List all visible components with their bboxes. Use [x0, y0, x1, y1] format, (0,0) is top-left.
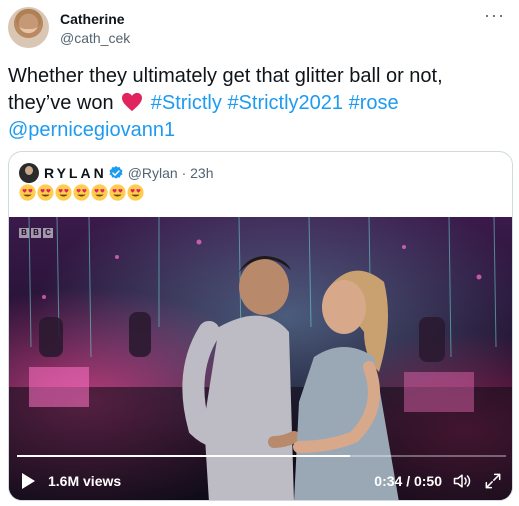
heart-eyes-emoji — [73, 184, 90, 201]
verified-badge-icon — [109, 166, 123, 179]
bbc-logo-letter: C — [43, 228, 53, 238]
mention-link[interactable]: @pernicegiovann1 — [8, 119, 175, 141]
play-icon[interactable] — [20, 472, 36, 490]
quoted-handle-time: @Rylan · 23h — [127, 165, 214, 181]
author-avatar[interactable] — [8, 7, 49, 48]
video-time: 0:34 / 0:50 — [374, 473, 442, 489]
hashtag-strictly[interactable]: #Strictly — [151, 92, 222, 114]
author-name[interactable]: Catherine — [60, 11, 125, 27]
heart-eyes-emoji — [127, 184, 144, 201]
author-handle[interactable]: @cath_cek — [60, 30, 130, 46]
quoted-author-avatar[interactable] — [19, 163, 39, 183]
heart-eyes-emoji — [19, 184, 36, 201]
bbc-logo-letter: B — [19, 228, 29, 238]
heart-eyes-emoji — [109, 184, 126, 201]
heart-eyes-emoji — [91, 184, 108, 201]
video-frame — [9, 217, 512, 500]
volume-icon[interactable] — [452, 471, 472, 491]
hashtag-rose[interactable]: #rose — [349, 92, 399, 114]
quoted-tweet[interactable]: RYLAN @Rylan · 23h B B C 1.6M views 0:34… — [8, 151, 513, 501]
quoted-tweet-emojis — [19, 184, 145, 206]
heart-eyes-emoji — [55, 184, 72, 201]
heart-eyes-emoji — [37, 184, 54, 201]
video-progress-bar[interactable] — [17, 455, 506, 457]
video-views: 1.6M views — [48, 473, 122, 489]
more-dots-icon[interactable]: ··· — [484, 6, 505, 24]
video-progress-fill — [17, 455, 350, 457]
tweet-text: Whether they ultimately get that glitter… — [8, 63, 508, 144]
red-heart-icon — [122, 92, 143, 112]
video-player[interactable]: BBC 1.6M views 0:34 / 0:50 — [9, 217, 512, 500]
tweet-text-line2: they’ve won — [8, 92, 114, 114]
quoted-author-name[interactable]: RYLAN — [44, 165, 107, 181]
tweet-text-line1: Whether they ultimately get that glitter… — [8, 65, 443, 87]
bbc-logo: BBC — [19, 228, 53, 238]
hashtag-strictly2021[interactable]: #Strictly2021 — [227, 92, 343, 114]
fullscreen-icon[interactable] — [483, 471, 503, 491]
bbc-logo-letter: B — [31, 228, 41, 238]
video-controls: 1.6M views 0:34 / 0:50 — [9, 460, 512, 500]
quoted-tweet-header: RYLAN @Rylan · 23h — [19, 163, 214, 183]
